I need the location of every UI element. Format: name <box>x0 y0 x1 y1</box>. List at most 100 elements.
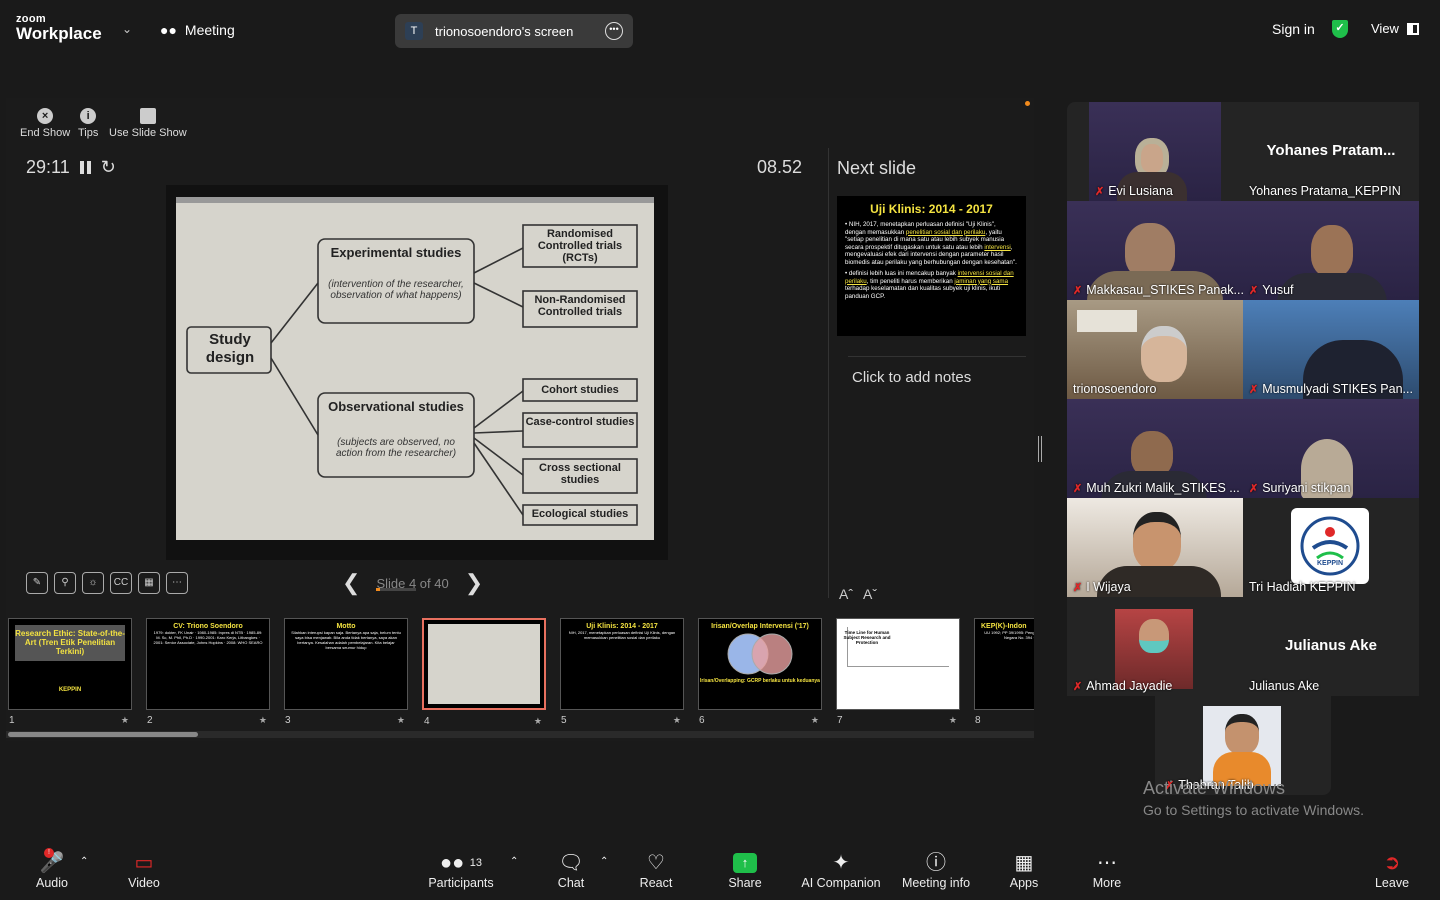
thumbnail-7[interactable]: Time Line for Human Subject Research and… <box>836 618 960 726</box>
video-feed <box>1203 706 1281 786</box>
label-cohort: Cohort studies <box>541 384 619 396</box>
label-case-control: Case-control studies <box>525 416 635 428</box>
timer-value: 29:11 <box>26 157 70 177</box>
microphone-icon: 🎤! <box>39 848 65 874</box>
thumb-title-band: Research Ethic: State-of-the-Art (Tren E… <box>15 625 125 661</box>
star-icon: ★ <box>948 715 957 725</box>
view-button[interactable]: View <box>1371 21 1419 36</box>
thumb-title: Research Ethic: State-of-the-Art (Tren E… <box>15 629 125 656</box>
thumb-body: NIH, 2017, menetapkan perluasan definisi… <box>568 630 676 640</box>
edge-6 <box>473 430 524 434</box>
zoom-icon[interactable]: ⚲ <box>54 572 76 594</box>
meeting-info-button[interactable]: ⓘ Meeting info <box>900 850 972 890</box>
chat-options-caret[interactable]: ⌃ <box>600 856 608 867</box>
use-slide-show-button[interactable]: Use Slide Show <box>109 108 187 139</box>
thumb-number: 5 <box>561 715 567 726</box>
chat-button[interactable]: 🗨 Chat <box>554 850 588 890</box>
next-slide-bullet-2: • definisi lebih luas ini mencakup banya… <box>845 270 1014 300</box>
thumb-body: Silahkan interupsi kapan saja. Bertanya … <box>291 630 401 650</box>
edge-5 <box>473 390 524 429</box>
participant-tile-3[interactable]: ✗ Yusuf <box>1243 201 1419 300</box>
thumb-number: 7 <box>837 715 843 726</box>
pause-icon[interactable] <box>79 161 91 174</box>
react-button[interactable]: ♡ React <box>638 850 674 890</box>
audio-button[interactable]: 🎤! Audio <box>32 848 72 890</box>
participant-tile-10[interactable]: ✗ Ahmad Jayadie <box>1067 597 1243 696</box>
end-show-label: End Show <box>20 127 71 139</box>
participant-name: ✗ Ahmad Jayadie <box>1073 679 1173 693</box>
thumbnail-scrollbar[interactable] <box>8 732 198 737</box>
participant-tile-9[interactable]: KEPPIN Tri Hadiah KEPPIN <box>1243 498 1419 597</box>
reset-timer-icon[interactable]: ↻ <box>101 157 116 178</box>
thumbnail-8[interactable]: KEP(K)-Indon UU 1992; PP 39/1995: Pengem… <box>974 618 1034 726</box>
mic-muted-icon: ✗ <box>1095 185 1105 198</box>
meeting-info-label: Meeting info <box>901 876 971 890</box>
video-button[interactable]: ▭ Video <box>124 850 164 890</box>
react-label: React <box>639 876 673 890</box>
thumbnail-6[interactable]: Irisan/Overlap Intervensi ('17) Irisan/O… <box>698 618 822 726</box>
font-decrease-icon[interactable]: Aˇ <box>863 586 877 602</box>
participant-tile-1[interactable]: Yohanes Pratam... Yohanes Pratama_KEPPIN <box>1243 102 1419 201</box>
label-nonrct: Non-Randomised Controlled trials <box>534 294 626 318</box>
end-show-button[interactable]: × End Show <box>20 108 70 139</box>
star-icon: ★ <box>672 715 681 725</box>
security-shield-icon[interactable]: ✓ <box>1332 20 1348 38</box>
participants-options-caret[interactable]: ⌃ <box>510 856 518 867</box>
chevron-down-icon[interactable]: ⌄ <box>122 22 132 36</box>
font-increase-icon[interactable]: Aˆ <box>839 586 853 602</box>
more-options-icon[interactable]: ••• <box>605 22 623 40</box>
thumb-number: 3 <box>285 715 291 726</box>
thumbnail-2[interactable]: CV: Triono Soendoro 1979: dokter, FK Una… <box>146 618 270 726</box>
camera-off-icon[interactable]: ▦ <box>138 572 160 594</box>
participant-name: ✗ Makkasau_STIKES Panak... <box>1073 283 1243 297</box>
participant-tile-6[interactable]: ✗ Muh Zukri Malik_STIKES ... <box>1067 399 1243 498</box>
thumbnail-1[interactable]: Research Ethic: State-of-the-Art (Tren E… <box>8 618 132 726</box>
participant-tile-7[interactable]: ✗ Suriyani stikpan <box>1243 399 1419 498</box>
thumbnail-5[interactable]: Uji Klinis: 2014 - 2017 NIH, 2017, menet… <box>560 618 684 726</box>
subtitles-icon[interactable]: CC <box>110 572 132 594</box>
more-icon[interactable]: ⋯ <box>166 572 188 594</box>
activate-windows-subtitle: Go to Settings to activate Windows. <box>1143 802 1364 818</box>
next-slide-preview[interactable]: Uji Klinis: 2014 - 2017 • NIH, 2017, men… <box>837 196 1026 336</box>
participant-tile-0[interactable]: ✗ Evi Lusiana <box>1089 102 1221 201</box>
current-slide[interactable]: Study design Experimental studies (inter… <box>166 185 668 560</box>
participant-name: ✗ Yusuf <box>1249 283 1294 297</box>
thumbnail-4[interactable]: 4 ★ <box>422 618 546 726</box>
apps-button[interactable]: ▦ Apps <box>1006 850 1042 890</box>
more-button[interactable]: ⋯ More <box>1088 850 1126 890</box>
participant-tile-2[interactable]: ✗ Makkasau_STIKES Panak... <box>1067 201 1243 300</box>
participant-tile-8[interactable]: ✗ I Wijaya <box>1067 498 1243 597</box>
sign-in-button[interactable]: Sign in <box>1272 21 1315 37</box>
presenter-icon[interactable]: ☼ <box>82 572 104 594</box>
tips-label: Tips <box>78 127 99 139</box>
participant-tile-11[interactable]: Julianus Ake Julianus Ake <box>1243 597 1419 696</box>
zoom-logo[interactable]: zoom Workplace <box>16 14 102 43</box>
pen-icon[interactable]: ✎ <box>26 572 48 594</box>
audio-options-caret[interactable]: ⌃ <box>80 856 88 867</box>
notes-area[interactable]: Click to add notes <box>852 369 971 386</box>
mic-muted-icon: ✗ <box>1073 680 1083 693</box>
next-slide-icon[interactable]: ❯ <box>465 570 483 596</box>
logo-line2: Workplace <box>16 24 102 43</box>
prev-slide-icon[interactable]: ❮ <box>342 570 360 596</box>
screen-share-pill[interactable]: T trionosoendoro's screen ••• <box>395 14 633 48</box>
share-button[interactable]: ↑ Share <box>726 850 764 890</box>
participant-face <box>1141 326 1187 382</box>
participant-tile-5[interactable]: ✗ Musmulyadi STIKES Pan... <box>1243 300 1419 399</box>
more-label: More <box>1092 876 1122 890</box>
participant-tile-4[interactable]: trionosoendoro <box>1067 300 1243 399</box>
leave-button[interactable]: ➲ Leave <box>1372 850 1412 890</box>
meeting-button[interactable]: ●● Meeting <box>160 22 235 38</box>
tips-button[interactable]: i Tips <box>78 108 98 139</box>
activate-windows-title: Activate Windows <box>1143 778 1286 798</box>
ai-companion-button[interactable]: ✦ AI Companion <box>800 850 882 890</box>
share-screen-icon: ↑ <box>733 853 757 873</box>
label-experimental-sub: (intervention of the researcher, observa… <box>328 279 464 301</box>
current-time: 08.52 <box>757 157 803 177</box>
close-icon: × <box>37 108 54 124</box>
panel-resize-handle[interactable] <box>1038 436 1042 462</box>
apps-label: Apps <box>1009 876 1039 890</box>
participants-button[interactable]: ●● 13 Participants <box>426 850 496 890</box>
thumbnail-3[interactable]: Motto Silahkan interupsi kapan saja. Ber… <box>284 618 408 726</box>
participants-label: Participants <box>428 876 494 890</box>
